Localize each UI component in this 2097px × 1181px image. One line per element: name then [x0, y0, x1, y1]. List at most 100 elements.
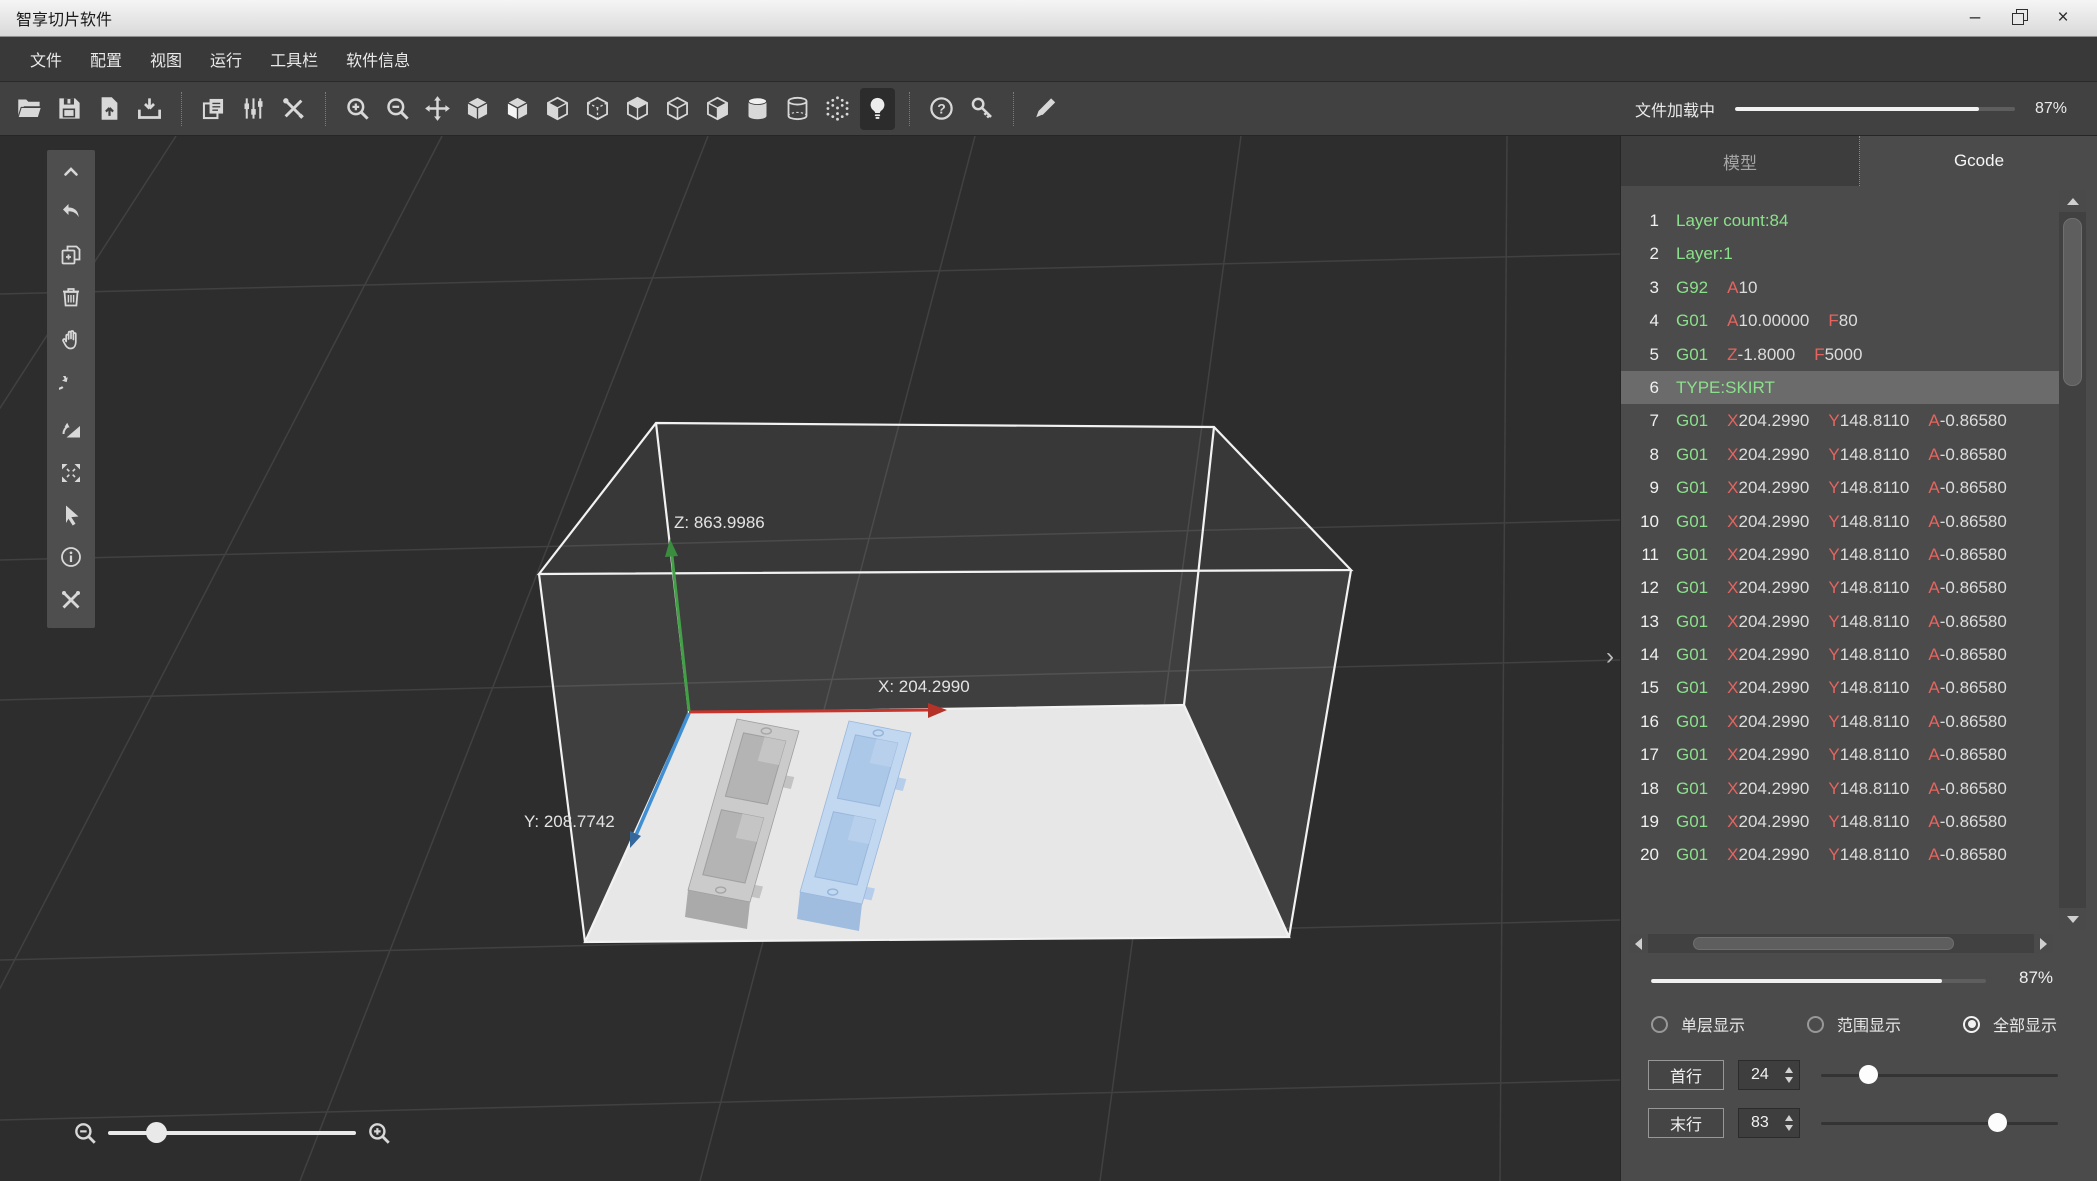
export-gcode-button[interactable] [132, 88, 167, 130]
gcode-line[interactable]: 1Layer count:84 [1621, 204, 2059, 237]
gcode-line[interactable]: 15G01X204.2990Y148.8110A-0.86580 [1621, 671, 2059, 704]
first-line-slider-track[interactable] [1821, 1074, 2058, 1077]
gcode-horizontal-scrollbar[interactable] [1629, 934, 2053, 953]
duplicate-model-button[interactable] [56, 240, 86, 270]
spinner-arrows-icon[interactable] [1785, 1067, 1793, 1083]
first-line-slider[interactable] [1821, 1060, 2058, 1090]
horizontal-scroll-thumb[interactable] [1693, 937, 1954, 950]
build-volume-scene[interactable]: X: 204.2990 Y: 208.7742 Z: 863.9986 [0, 136, 1620, 1181]
zoom-out-mag-icon[interactable] [72, 1120, 98, 1146]
last-line-slider[interactable] [1821, 1108, 2058, 1138]
view-wire-left-button[interactable] [540, 88, 575, 130]
menu-run[interactable]: 运行 [210, 47, 242, 71]
delete-model-button[interactable] [56, 282, 86, 312]
vertical-scroll-thumb[interactable] [2063, 218, 2082, 386]
spinner-arrows-icon[interactable] [1785, 1115, 1793, 1131]
gcode-line[interactable]: 16G01X204.2990Y148.8110A-0.86580 [1621, 705, 2059, 738]
gcode-line[interactable]: 5G01Z-1.8000F5000 [1621, 338, 2059, 371]
rotate-model-button[interactable] [56, 416, 86, 446]
gcode-line[interactable]: 8G01X204.2990Y148.8110A-0.86580 [1621, 438, 2059, 471]
gcode-line[interactable]: 11G01X204.2990Y148.8110A-0.86580 [1621, 538, 2059, 571]
rotate-view-button[interactable] [56, 373, 86, 403]
select-button[interactable] [56, 500, 86, 530]
zoom-in-button[interactable] [340, 88, 375, 130]
menu-file[interactable]: 文件 [30, 47, 62, 71]
zoom-in-mag-icon[interactable] [366, 1120, 392, 1146]
panel-collapse-button[interactable]: › [1600, 641, 1620, 673]
viewport-3d[interactable]: X: 204.2990 Y: 208.7742 Z: 863.9986 › [0, 136, 1620, 1181]
view-solid-button[interactable] [460, 88, 495, 130]
view-cylinder-wire-button[interactable] [780, 88, 815, 130]
menu-config[interactable]: 配置 [90, 47, 122, 71]
view-cylinder-button[interactable] [740, 88, 775, 130]
gcode-line[interactable]: 4G01A10.00000F80 [1621, 304, 2059, 337]
gcode-line[interactable]: 20G01X204.2990Y148.8110A-0.86580 [1621, 838, 2059, 871]
mode-single-layer[interactable]: 单层显示 [1651, 1012, 1745, 1036]
view-top-button[interactable] [620, 88, 655, 130]
gcode-line[interactable]: 3G92A10 [1621, 271, 2059, 304]
view-half-button[interactable] [700, 88, 735, 130]
license-key-button[interactable] [964, 88, 999, 130]
help-button[interactable]: ? [924, 88, 959, 130]
gcode-line[interactable]: 6TYPE:SKIRT [1621, 371, 2059, 404]
gcode-line[interactable]: 19G01X204.2990Y148.8110A-0.86580 [1621, 805, 2059, 838]
first-line-slider-thumb[interactable] [1859, 1065, 1878, 1084]
undo-button[interactable] [56, 197, 86, 227]
tab-model[interactable]: 模型 [1621, 136, 1860, 186]
gcode-line[interactable]: 10G01X204.2990Y148.8110A-0.86580 [1621, 505, 2059, 538]
model-info-button[interactable] [56, 542, 86, 572]
view-frame-button[interactable] [660, 88, 695, 130]
zoom-out-button[interactable] [380, 88, 415, 130]
last-line-spinner[interactable]: 83 [1738, 1108, 1800, 1138]
close-button[interactable]: × [2045, 4, 2081, 32]
restore-button[interactable] [2001, 4, 2037, 32]
repair-tools-button[interactable] [56, 585, 86, 615]
fit-view-button[interactable] [56, 458, 86, 488]
gcode-line[interactable]: 18G01X204.2990Y148.8110A-0.86580 [1621, 772, 2059, 805]
minimize-button[interactable]: – [1957, 4, 1993, 32]
view-wire-button[interactable] [580, 88, 615, 130]
gcode-line[interactable]: 2Layer:1 [1621, 237, 2059, 270]
toolbar-collapse-button[interactable] [56, 157, 86, 187]
scroll-down-button[interactable] [2059, 908, 2086, 930]
gcode-token-group: Y148.8110 [1828, 445, 1909, 464]
viewport-zoom-thumb[interactable] [146, 1122, 167, 1143]
parameters-button[interactable] [236, 88, 271, 130]
gcode-vertical-scrollbar[interactable] [2059, 190, 2086, 930]
last-line-slider-thumb[interactable] [1988, 1113, 2007, 1132]
move-view-button[interactable] [420, 88, 455, 130]
gcode-line[interactable]: 13G01X204.2990Y148.8110A-0.86580 [1621, 605, 2059, 638]
menu-view[interactable]: 视图 [150, 47, 182, 71]
mode-all[interactable]: 全部显示 [1963, 1012, 2057, 1036]
scroll-left-button[interactable] [1629, 934, 1648, 953]
first-line-spinner[interactable]: 24 [1738, 1060, 1800, 1090]
scroll-right-button[interactable] [2034, 934, 2053, 953]
last-line-slider-track[interactable] [1821, 1122, 2058, 1125]
pan-button[interactable] [56, 325, 86, 355]
view-face-button[interactable] [500, 88, 535, 130]
gcode-line[interactable]: 17G01X204.2990Y148.8110A-0.86580 [1621, 738, 2059, 771]
mode-range[interactable]: 范围显示 [1807, 1012, 1901, 1036]
first-line-button[interactable]: 首行 [1648, 1060, 1724, 1090]
menu-software-info[interactable]: 软件信息 [346, 47, 410, 71]
open-file-button[interactable] [12, 88, 47, 130]
gcode-line[interactable]: 14G01X204.2990Y148.8110A-0.86580 [1621, 638, 2059, 671]
view-points-button[interactable] [820, 88, 855, 130]
copy-plate-button[interactable] [196, 88, 231, 130]
gcode-line[interactable]: 7G01X204.2990Y148.8110A-0.86580 [1621, 404, 2059, 437]
save-button[interactable] [52, 88, 87, 130]
scroll-up-button[interactable] [2059, 190, 2086, 212]
tab-gcode[interactable]: Gcode [1860, 136, 2097, 186]
radio-icon[interactable] [1651, 1016, 1668, 1033]
last-line-button[interactable]: 末行 [1648, 1108, 1724, 1138]
machine-tools-button[interactable] [276, 88, 311, 130]
gcode-list[interactable]: 1Layer count:842Layer:13G92A104G01A10.00… [1621, 190, 2059, 930]
light-toggle-button[interactable] [860, 88, 895, 130]
menu-toolbar[interactable]: 工具栏 [270, 47, 318, 71]
radio-icon[interactable] [1963, 1016, 1980, 1033]
import-model-button[interactable] [92, 88, 127, 130]
radio-icon[interactable] [1807, 1016, 1824, 1033]
annotate-button[interactable] [1028, 88, 1063, 130]
gcode-line[interactable]: 9G01X204.2990Y148.8110A-0.86580 [1621, 471, 2059, 504]
gcode-line[interactable]: 12G01X204.2990Y148.8110A-0.86580 [1621, 571, 2059, 604]
